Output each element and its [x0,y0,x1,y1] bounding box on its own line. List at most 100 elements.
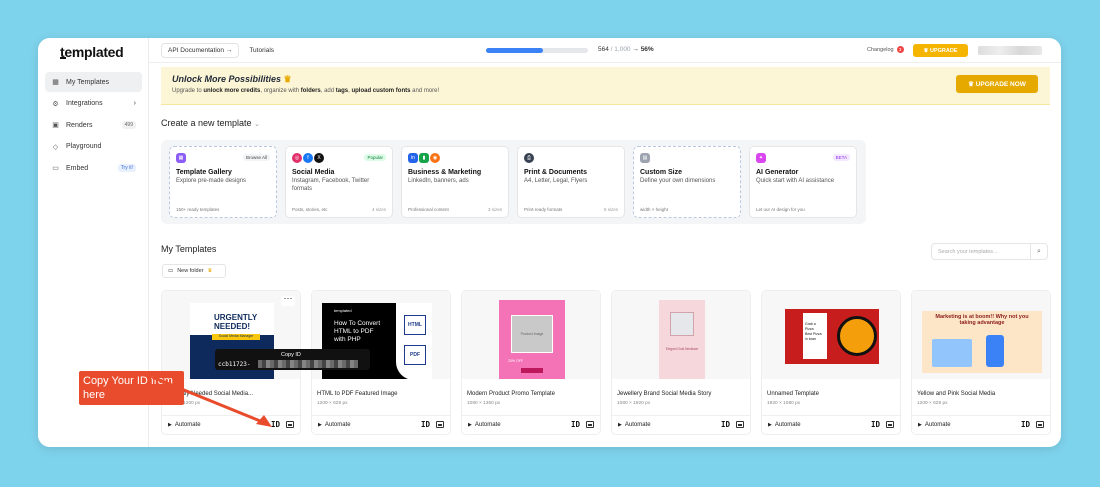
automate-button[interactable]: ▶ Automate [468,422,501,428]
image-icon[interactable] [1036,421,1044,428]
tutorials-link[interactable]: Tutorials [249,47,274,54]
template-size: 1080 × 1920 px [617,401,651,406]
image-icon[interactable] [436,421,444,428]
facebook-icon: f [303,153,313,163]
thumb-artwork: Product Image 20% OFF [499,300,565,379]
copy-id-button[interactable]: ID [421,420,430,429]
sidebar-item-label: Playground [66,143,102,150]
crown-icon: ♛ [968,81,976,88]
changelog-link[interactable]: Changelog 3 [867,46,904,53]
more-options-icon[interactable]: ··· [281,294,295,306]
template-name: Yellow and Pink Social Media [917,391,996,397]
renders-count-badge: 499 [121,121,136,129]
top-bar: API Documentation → Tutorials 564 / 1,00… [149,38,1061,63]
template-footer: ▶ Automate ID [762,415,900,434]
automate-button[interactable]: ▶ Automate [618,422,651,428]
card-title: AI Generator [756,169,799,176]
sidebar-item-my-templates[interactable]: ▦ My Templates [45,72,142,92]
play-icon: ▶ [618,422,622,428]
embed-icon: ▭ [52,165,59,172]
sidebar-item-embed[interactable]: ▭ Embed Try it! [45,158,142,178]
sidebar-item-label: My Templates [66,78,110,86]
template-card[interactable]: Product Image 20% OFF Modern Product Pro… [461,290,601,435]
thumb-artwork: Marketing is at boom!! Why not you takin… [922,311,1042,373]
browse-all-tag[interactable]: Browse All [242,154,270,161]
target-icon: ◉ [430,153,440,163]
template-size: 1200 × 628 px [917,401,948,406]
pdf-file-icon: PDF [404,345,426,365]
card-foot: Print-ready formats [524,207,563,212]
popular-tag: Popular [364,154,386,161]
new-folder-button[interactable]: ▭ New folder ♛ [162,264,226,278]
instagram-icon: ◎ [292,153,302,163]
template-thumbnail[interactable]: Marketing is at boom!! Why not you takin… [912,291,1050,379]
sidebar-item-integrations[interactable]: ⚙ Integrations › [45,94,142,114]
automate-button[interactable]: ▶ Automate [768,422,801,428]
template-footer: ▶ Automate ID [912,415,1050,434]
play-icon: ▶ [768,422,772,428]
template-footer: ▶ Automate ID [312,415,450,434]
sidebar-item-playground[interactable]: ◇ Playground [45,137,142,157]
copy-id-button[interactable]: ID [1021,420,1030,429]
x-icon: X [314,153,324,163]
automate-button[interactable]: ▶ Automate [918,422,951,428]
template-thumbnail[interactable]: Product Image 20% OFF [462,291,600,379]
phone-image [986,335,1004,367]
template-card[interactable]: Elegant Gold Necklace Jewellery Brand So… [611,290,751,435]
automate-button[interactable]: ▶ Automate [318,422,351,428]
pizza-image [837,316,877,356]
card-foot: 150+ ready templates [176,207,220,212]
search-icon[interactable]: ⌕ [1030,244,1047,259]
logo[interactable]: templated [60,44,124,60]
template-size: 1080 × 1350 px [467,401,501,406]
card-business-marketing[interactable]: in ▮ ◉ Business & Marketing LinkedIn, ba… [401,146,509,218]
template-thumbnail[interactable]: Elegant Gold Necklace [612,291,750,379]
card-desc: Quick start with AI assistance [756,178,835,184]
user-menu[interactable] [978,46,1042,55]
create-section-title: Create a new template ⌄ [161,118,260,128]
card-template-gallery[interactable]: ▦ Browse All Template Gallery Explore pr… [169,146,277,218]
printer-icon: ⎙ [524,153,534,163]
template-id-text[interactable]: ccb11723- [218,361,251,368]
html-file-icon: HTML [404,315,426,335]
copy-id-button[interactable]: ID [871,420,880,429]
crown-icon: ♛ [283,74,292,84]
search-input[interactable]: Search your templates... ⌕ [931,243,1048,260]
image-icon[interactable] [886,421,894,428]
card-title: Business & Marketing [408,169,482,176]
chevron-down-icon[interactable]: ⌄ [254,121,260,128]
card-foot: Posts, stories, etc [292,207,328,212]
card-desc: A4, Letter, Legal, Flyers [524,178,588,184]
upgrade-button[interactable]: ♛ UPGRADE [913,44,968,57]
card-print-documents[interactable]: ⎙ Print & Documents A4, Letter, Legal, F… [517,146,625,218]
image-icon[interactable] [586,421,594,428]
copy-id-button[interactable]: ID [721,420,730,429]
card-size: 3 sizes [487,207,502,212]
chevron-right-icon: › [133,100,136,107]
template-card[interactable]: Grab a Pizza Best Pizza in town Unnamed … [761,290,901,435]
upgrade-banner: Unlock More Possibilities ♛ Upgrade to u… [161,67,1050,105]
template-size: 1200 × 628 px [317,401,348,406]
sidebar-item-renders[interactable]: ▣ Renders 499 [45,115,142,135]
plug-icon: ⚙ [52,100,59,108]
my-templates-title: My Templates [161,244,217,254]
thumb-artwork: Elegant Gold Necklace [659,300,705,379]
card-social-media[interactable]: ◎ f X Popular Social Media Instagram, Fa… [285,146,393,218]
image-icon[interactable] [286,421,294,428]
card-ai-generator[interactable]: ✦ BETA AI Generator Quick start with AI … [749,146,857,218]
redacted-id [258,360,358,368]
banner-subtitle: Upgrade to unlock more credits, organize… [172,88,440,94]
template-thumbnail[interactable]: Grab a Pizza Best Pizza in town [762,291,900,379]
callout-arrow-icon [151,375,272,427]
linkedin-icon: in [408,153,418,163]
image-icon[interactable] [736,421,744,428]
template-name: HTML to PDF Featured Image [317,391,398,397]
sidebar-item-label: Embed [66,164,89,172]
template-card[interactable]: Marketing is at boom!! Why not you takin… [911,290,1051,435]
upgrade-now-button[interactable]: ♛ UPGRADE NOW [956,75,1038,93]
card-custom-size[interactable]: ▤ Custom Size Define your own dimensions… [633,146,741,218]
template-footer: ▶ Automate ID [462,415,600,434]
copy-id-button[interactable]: ID [571,420,580,429]
api-docs-button[interactable]: API Documentation → [161,42,240,58]
card-title: Social Media [292,169,335,176]
